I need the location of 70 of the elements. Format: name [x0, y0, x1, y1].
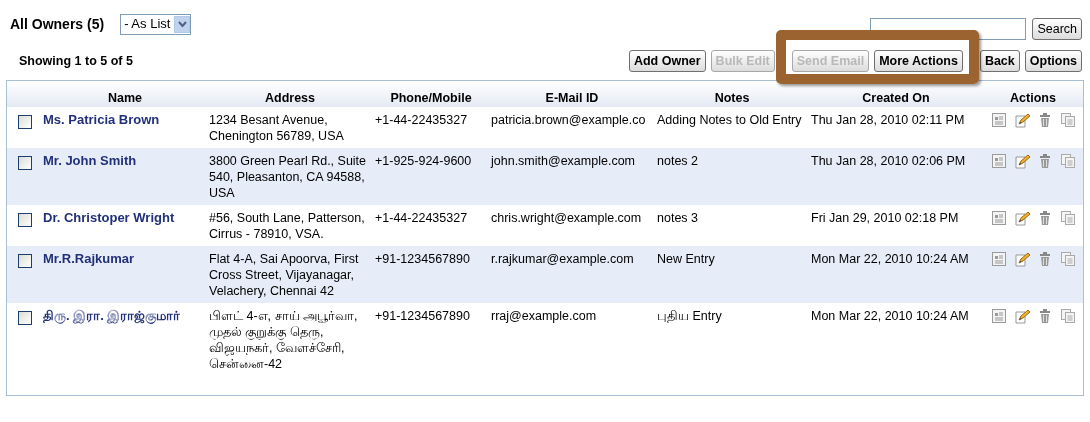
created-date: Mon Mar 22, 2010 10:24 AM	[811, 309, 969, 323]
created-date: Thu Jan 28, 2010 02:11 PM	[811, 113, 965, 127]
email-text: chris.wright@example.com	[491, 211, 642, 225]
column-header: Actions	[1010, 90, 1056, 105]
column-header: Name	[107, 90, 142, 105]
email-text: rraj@example.com	[491, 309, 597, 323]
address-text: 3800 Green Pearl Rd., Suite 540, Pleasanton, CA 94588, USA	[209, 154, 367, 200]
toolbar-button[interactable]: Back	[979, 50, 1020, 72]
phone-text: +91-1234567890	[375, 309, 470, 323]
view-select[interactable]: - As List	[120, 13, 192, 35]
row-checkbox[interactable]	[18, 115, 32, 129]
created-date: Thu Jan 28, 2010 02:06 PM	[811, 154, 966, 168]
toolbar-button[interactable]: Options	[1024, 50, 1082, 72]
email-text: patricia.brown@example.co	[491, 113, 646, 127]
copy-icon[interactable]	[1060, 210, 1076, 226]
owner-name-link[interactable]: Mr. John Smith	[43, 153, 137, 168]
notes-text: notes 3	[657, 211, 698, 225]
phone-text: +91-1234567890	[375, 252, 470, 266]
toolbar-button[interactable]: More Actions	[874, 50, 963, 72]
view-icon[interactable]	[991, 308, 1007, 324]
created-date: Mon Mar 22, 2010 10:24 AM	[811, 252, 969, 266]
edit-icon[interactable]	[1014, 308, 1030, 324]
notes-text: notes 2	[657, 154, 698, 168]
column-header: Notes	[714, 90, 750, 105]
created-date: Fri Jan 29, 2010 02:18 PM	[811, 211, 959, 225]
address-text: 1234 Besant Avenue, Chenington 56789, USA	[209, 113, 344, 143]
view-icon[interactable]	[991, 251, 1007, 267]
copy-icon[interactable]	[1060, 153, 1076, 169]
notes-text: புதிய Entry	[657, 309, 722, 323]
column-header: Phone/Mobile	[390, 90, 472, 105]
edit-icon[interactable]	[1014, 112, 1030, 128]
owner-name-link[interactable]: திரு. இரா. இராஜ்குமார்	[43, 308, 181, 323]
edit-icon[interactable]	[1014, 210, 1030, 226]
page-title: All Owners (5)	[10, 14, 105, 34]
email-text: r.rajkumar@example.com	[491, 252, 634, 266]
delete-icon[interactable]	[1037, 251, 1053, 267]
row-checkbox[interactable]	[18, 213, 32, 227]
delete-icon[interactable]	[1037, 153, 1053, 169]
delete-icon[interactable]	[1037, 308, 1053, 324]
delete-icon[interactable]	[1037, 210, 1053, 226]
phone-text: +1-44-22435327	[375, 211, 468, 225]
address-text: #56, South Lane, Patterson, Cirrus - 78910, VSA.	[209, 211, 365, 241]
row-checkbox[interactable]	[18, 254, 32, 268]
row-checkbox[interactable]	[18, 156, 32, 170]
delete-icon[interactable]	[1037, 112, 1053, 128]
owner-name-link[interactable]: Mr.R.Rajkumar	[43, 251, 135, 266]
notes-text: New Entry	[657, 252, 715, 266]
phone-text: +1-925-924-9600	[375, 154, 472, 168]
address-text: Flat 4-A, Sai Apoorva, First Cross Street, Vijayanagar, Velachery, Chennai 42	[209, 252, 359, 298]
email-text: john.smith@example.com	[491, 154, 635, 168]
view-icon[interactable]	[991, 210, 1007, 226]
edit-icon[interactable]	[1014, 251, 1030, 267]
search-button[interactable]: Search	[1032, 18, 1082, 40]
copy-icon[interactable]	[1060, 112, 1076, 128]
owner-name-link[interactable]: Ms. Patricia Brown	[43, 112, 160, 127]
row-checkbox[interactable]	[18, 311, 32, 325]
copy-icon[interactable]	[1060, 308, 1076, 324]
view-icon[interactable]	[991, 153, 1007, 169]
toolbar-button[interactable]: Add Owner	[628, 50, 706, 72]
column-header: Address	[265, 90, 315, 105]
phone-text: +1-44-22435327	[375, 113, 468, 127]
owner-name-link[interactable]: Dr. Christoper Wright	[43, 210, 175, 225]
view-icon[interactable]	[991, 112, 1007, 128]
column-header: E-Mail ID	[545, 90, 599, 105]
results-summary: Showing 1 to 5 of 5	[19, 52, 133, 70]
copy-icon[interactable]	[1060, 251, 1076, 267]
address-text: பிளட் 4-எ, சாய் அபூர்வா, முதல் குறுக்கு தெரு, விஜயநகர், வேளச்சேரி, சென்னை-42	[209, 309, 358, 371]
notes-text: Adding Notes to Old Entry	[657, 113, 802, 127]
column-header: Created On	[862, 90, 930, 105]
edit-icon[interactable]	[1014, 153, 1030, 169]
